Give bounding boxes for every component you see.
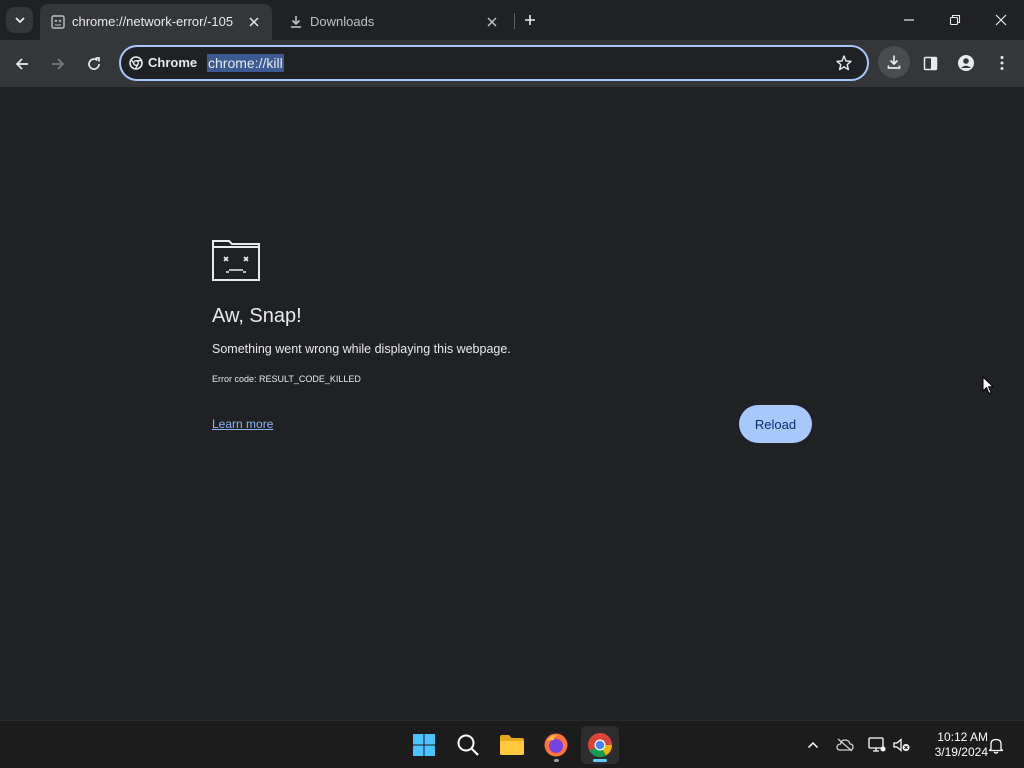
sad-tab-icon [212,240,260,281]
close-window-button[interactable] [985,6,1017,34]
toolbar: Chrome chrome://kill [0,40,1024,87]
plus-icon [525,15,535,25]
side-panel-button[interactable] [919,52,941,74]
tab-search-button[interactable] [6,7,33,33]
tab-downloads[interactable]: Downloads [278,4,510,40]
error-description: Something went wrong while displaying th… [212,342,511,356]
active-indicator [593,759,607,762]
taskbar: 10:12 AM 3/19/2024 [0,720,1024,768]
tab-strip: chrome://network-error/-105 Downloads [0,0,1024,40]
download-icon [887,55,901,69]
running-indicator [554,759,559,762]
profile-button[interactable] [955,52,977,74]
firefox-icon [544,733,568,757]
omnibox[interactable]: Chrome chrome://kill [119,45,869,81]
minimize-icon [904,19,914,21]
clock-date: 3/19/2024 [934,745,988,759]
arrow-right-icon [52,58,65,70]
search-button[interactable] [449,726,487,764]
arrow-left-icon [15,58,28,70]
refresh-icon [88,57,100,70]
menu-button[interactable] [991,52,1013,74]
chrome-taskbar-button[interactable] [581,726,619,764]
site-chip-label: Chrome [148,55,198,70]
search-icon [457,734,479,756]
chevron-down-icon [14,17,25,24]
folder-icon [500,735,524,755]
close-icon [249,17,259,27]
volume-muted-icon [893,738,910,752]
bell-icon [988,738,1004,754]
network-button[interactable] [867,735,887,755]
volume-button[interactable] [892,735,912,755]
error-heading: Aw, Snap! [212,305,302,327]
tab-close-button[interactable] [244,12,264,32]
avatar-icon [958,55,974,71]
clock-time: 10:12 AM [937,730,988,744]
downloads-button[interactable] [878,46,910,78]
chevron-up-icon [807,741,819,749]
tab-close-button[interactable] [482,12,502,32]
forward-button[interactable] [44,50,72,78]
tab-separator [514,13,515,29]
firefox-button[interactable] [537,726,575,764]
more-vert-icon [1000,56,1004,70]
restore-button[interactable] [939,6,971,34]
notifications-button[interactable] [986,735,1006,755]
learn-more-link[interactable]: Learn more [212,417,273,431]
tab-network-error[interactable]: chrome://network-error/-105 [40,4,272,40]
tab-title: chrome://network-error/-105 [72,14,234,29]
tab-title: Downloads [310,14,375,29]
page-content: Aw, Snap! Something went wrong while dis… [0,87,1024,720]
clock[interactable]: 10:12 AM 3/19/2024 [918,730,988,760]
cloud-off-icon [836,738,854,752]
bookmark-star-icon[interactable] [835,54,853,72]
url-text[interactable]: chrome://kill [207,54,284,72]
close-icon [487,17,497,27]
new-tab-button[interactable] [520,10,540,30]
side-panel-icon [923,56,937,70]
error-code: Error code: RESULT_CODE_KILLED [212,374,361,384]
network-icon [868,737,886,752]
file-explorer-button[interactable] [493,726,531,764]
mouse-cursor-icon [982,376,994,395]
start-button[interactable] [405,726,443,764]
restore-icon [949,14,961,26]
reload-button[interactable]: Reload [739,405,812,443]
show-hidden-icons-button[interactable] [803,735,823,755]
close-icon [995,14,1007,26]
reload-toolbar-button[interactable] [80,50,108,78]
onedrive-button[interactable] [835,735,855,755]
chrome-icon [129,55,143,70]
back-button[interactable] [8,50,36,78]
chrome-icon [588,733,612,758]
site-chip[interactable]: Chrome [129,55,197,70]
page-icon [51,15,65,29]
windows-logo-icon [413,734,435,756]
download-icon [291,16,301,28]
minimize-button[interactable] [893,6,925,34]
